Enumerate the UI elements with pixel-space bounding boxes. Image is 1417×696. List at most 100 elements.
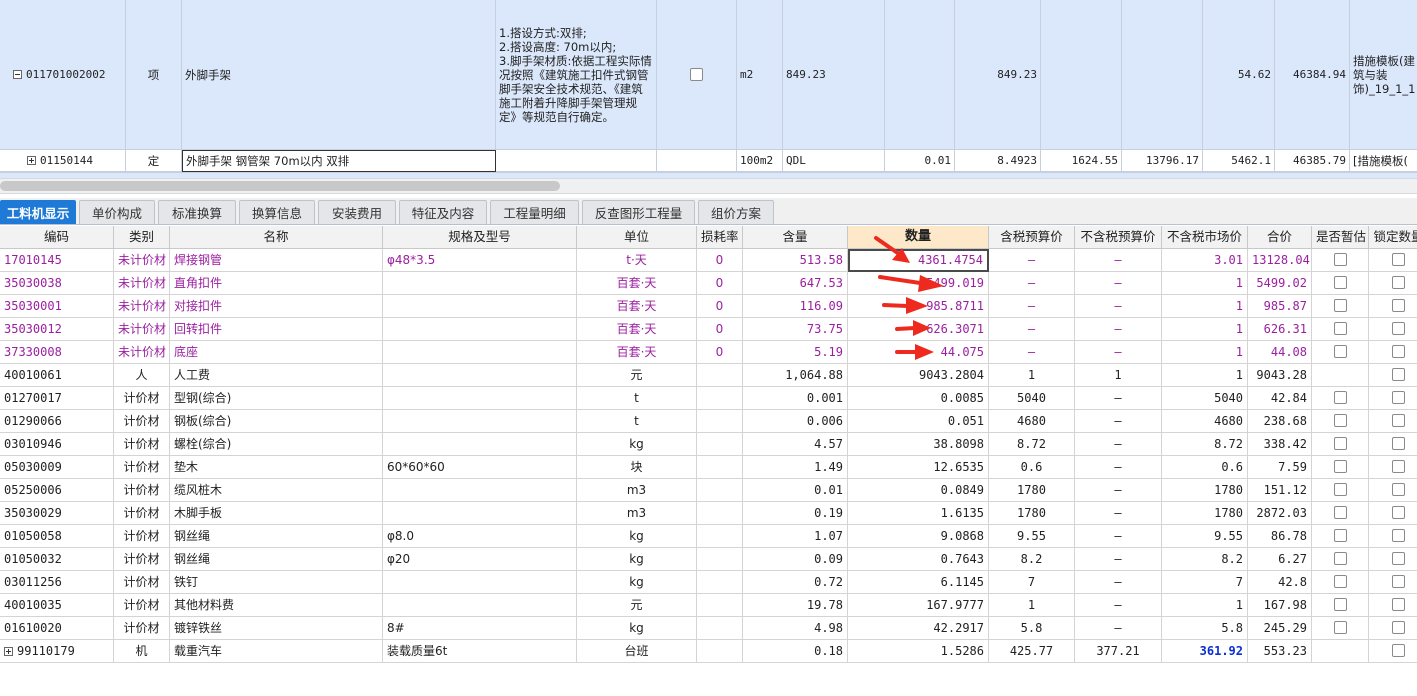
cell-spec[interactable]: [383, 295, 577, 318]
lock-checkbox[interactable]: [1392, 621, 1405, 634]
tab-standard-conversion[interactable]: 标准换算: [158, 200, 236, 224]
cell-name[interactable]: 钢板(综合): [170, 410, 383, 433]
cell-quantity[interactable]: 626.3071: [848, 318, 989, 341]
provisional-checkbox[interactable]: [1333, 414, 1347, 427]
cell-quantity[interactable]: 42.2917: [848, 617, 989, 640]
col-lock-quantity[interactable]: 锁定数量: [1369, 226, 1417, 249]
cell-content[interactable]: 116.09: [743, 295, 848, 318]
cell-notax-market-price[interactable]: 4680: [1162, 410, 1248, 433]
cell-name[interactable]: 木脚手板: [170, 502, 383, 525]
cell-spec[interactable]: φ48*3.5: [383, 249, 577, 272]
provisional-checkbox[interactable]: [1333, 322, 1347, 335]
lock-checkbox[interactable]: [1392, 552, 1405, 565]
lock-checkbox[interactable]: [1392, 299, 1405, 312]
cell-notax-market-price[interactable]: 1: [1162, 318, 1248, 341]
cell-quantity[interactable]: 9.0868: [848, 525, 989, 548]
cell-quantity[interactable]: 0.051: [848, 410, 989, 433]
tab-pricing-scheme[interactable]: 组价方案: [698, 200, 774, 224]
cell-name[interactable]: 镀锌铁丝: [170, 617, 383, 640]
cell-notax-market-price[interactable]: 1: [1162, 364, 1248, 387]
cell-quantity[interactable]: 4361.4754: [848, 249, 989, 272]
bill-check-cell[interactable]: [657, 0, 737, 150]
lock-checkbox[interactable]: [1392, 644, 1405, 657]
provisional-checkbox[interactable]: [1333, 253, 1347, 266]
table-row[interactable]: 01290066 计价材 钢板(综合) t 0.006 0.051 4680 — 4680 238…: [0, 410, 1417, 433]
horizontal-scrollbar[interactable]: [0, 178, 1417, 194]
provisional-checkbox[interactable]: [1333, 299, 1347, 312]
cell-notax-market-price[interactable]: 8.72: [1162, 433, 1248, 456]
cell-notax-market-price[interactable]: 1: [1162, 594, 1248, 617]
cell-quantity[interactable]: 1.5286: [848, 640, 989, 663]
col-unit[interactable]: 单位: [577, 226, 697, 249]
table-row[interactable]: 35030012 未计价材 回转扣件 百套·天 0 73.75 626.3071 — — 1 626…: [0, 318, 1417, 341]
cell-content[interactable]: 73.75: [743, 318, 848, 341]
lock-checkbox[interactable]: [1392, 253, 1405, 266]
cell-spec[interactable]: [383, 410, 577, 433]
cell-notax-market-price[interactable]: 5040: [1162, 387, 1248, 410]
cell-name[interactable]: 载重汽车: [170, 640, 383, 663]
col-code[interactable]: 编码: [0, 226, 114, 249]
lock-checkbox[interactable]: [1392, 437, 1405, 450]
bill-checkbox[interactable]: [690, 68, 703, 81]
col-notax-market-price[interactable]: 不含税市场价: [1162, 226, 1248, 249]
cell-quantity[interactable]: 12.6535: [848, 456, 989, 479]
lock-checkbox[interactable]: [1392, 575, 1405, 588]
lock-checkbox[interactable]: [1392, 345, 1405, 358]
cell-content[interactable]: 4.98: [743, 617, 848, 640]
bill-code-cell[interactable]: 011701002002: [0, 0, 126, 150]
col-quantity[interactable]: 数量: [848, 226, 989, 249]
lock-checkbox[interactable]: [1392, 368, 1405, 381]
cell-quantity[interactable]: 6.1145: [848, 571, 989, 594]
cell-name[interactable]: 直角扣件: [170, 272, 383, 295]
provisional-checkbox[interactable]: [1333, 483, 1347, 496]
cell-spec[interactable]: φ8.0: [383, 525, 577, 548]
cell-spec[interactable]: [383, 364, 577, 387]
cell-content[interactable]: 5.19: [743, 341, 848, 364]
cell-notax-market-price[interactable]: 0.6: [1162, 456, 1248, 479]
cell-content[interactable]: 1,064.88: [743, 364, 848, 387]
table-row[interactable]: 99110179 机 载重汽车 装载质量6t 台班 0.18 1.5286 425.77 377…: [0, 640, 1417, 663]
table-row[interactable]: 05250006 计价材 缆风桩木 m3 0.01 0.0849 1780 — 1780 151.…: [0, 479, 1417, 502]
provisional-checkbox[interactable]: [1333, 621, 1347, 634]
provisional-checkbox[interactable]: [1333, 437, 1347, 450]
cell-name[interactable]: 垫木: [170, 456, 383, 479]
col-loss-rate[interactable]: 损耗率: [697, 226, 743, 249]
cell-name[interactable]: 其他材料费: [170, 594, 383, 617]
cell-name[interactable]: 螺栓(综合): [170, 433, 383, 456]
table-row[interactable]: 05030009 计价材 垫木 60*60*60 块 1.49 12.6535 0.6 — 0.6…: [0, 456, 1417, 479]
col-tax-budget-price[interactable]: 含税预算价: [989, 226, 1075, 249]
provisional-checkbox[interactable]: [1333, 506, 1347, 519]
tab-quantity-detail[interactable]: 工程量明细: [490, 200, 579, 224]
cell-content[interactable]: 0.006: [743, 410, 848, 433]
cell-content[interactable]: 0.09: [743, 548, 848, 571]
bill-expr[interactable]: 849.23: [783, 0, 885, 150]
cell-name[interactable]: 焊接钢管: [170, 249, 383, 272]
cell-quantity[interactable]: 167.9777: [848, 594, 989, 617]
scrollbar-thumb[interactable]: [0, 181, 560, 191]
lock-checkbox[interactable]: [1392, 598, 1405, 611]
tab-labor-material-machine[interactable]: 工料机显示: [0, 200, 76, 224]
cell-notax-market-price[interactable]: 1780: [1162, 479, 1248, 502]
table-row[interactable]: 35030001 未计价材 对接扣件 百套·天 0 116.09 985.8711 — — 1 98…: [0, 295, 1417, 318]
cell-notax-market-price[interactable]: 1: [1162, 272, 1248, 295]
cell-spec[interactable]: [383, 594, 577, 617]
lock-checkbox[interactable]: [1392, 506, 1405, 519]
cell-notax-market-price[interactable]: 5.8: [1162, 617, 1248, 640]
tab-unit-price-composition[interactable]: 单价构成: [79, 200, 155, 224]
bill-name[interactable]: 外脚手架: [182, 0, 496, 150]
cell-content[interactable]: 4.57: [743, 433, 848, 456]
cell-quantity[interactable]: 0.0085: [848, 387, 989, 410]
col-provisional[interactable]: 是否暂估: [1312, 226, 1369, 249]
collapse-icon[interactable]: [13, 70, 22, 79]
lock-checkbox[interactable]: [1392, 414, 1405, 427]
cell-spec[interactable]: [383, 318, 577, 341]
table-row[interactable]: 01050032 计价材 钢丝绳 φ20 kg 0.09 0.7643 8.2 — 8.2 6.27: [0, 548, 1417, 571]
tab-reverse-graphic-quantity[interactable]: 反查图形工程量: [582, 200, 695, 224]
cell-name[interactable]: 对接扣件: [170, 295, 383, 318]
cell-quantity[interactable]: 5499.019: [848, 272, 989, 295]
lock-checkbox[interactable]: [1392, 460, 1405, 473]
tab-installation-fee[interactable]: 安装费用: [318, 200, 396, 224]
provisional-checkbox[interactable]: [1333, 345, 1347, 358]
provisional-checkbox[interactable]: [1333, 575, 1347, 588]
cell-content[interactable]: 19.78: [743, 594, 848, 617]
